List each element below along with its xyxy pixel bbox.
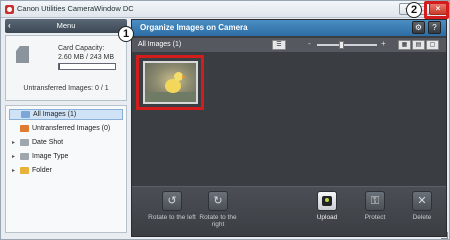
key-icon: ⚿: [365, 191, 385, 211]
tree-item[interactable]: Untransferred Images (0): [9, 123, 123, 134]
memory-card-icon: [16, 46, 29, 63]
tree-item-label: Folder: [32, 167, 52, 174]
upload-button[interactable]: Upload: [303, 191, 351, 221]
zoom-slider-thumb[interactable]: [339, 41, 344, 49]
action-bar: ↺ Rotate to the left ↻ Rotate to the right U…: [132, 186, 446, 236]
main-header: Organize Images on Camera ⚙ ?: [132, 20, 446, 36]
images-icon: [21, 111, 30, 118]
expand-arrow-icon[interactable]: ▸: [12, 139, 17, 146]
settings-button[interactable]: ⚙: [412, 21, 425, 34]
menu-button[interactable]: ‹ Menu: [5, 19, 127, 33]
calendar-icon: [20, 139, 29, 146]
grid-view-icon[interactable]: ▦: [398, 40, 411, 50]
rotate-left-button[interactable]: ↺ Rotate to the left: [148, 191, 196, 221]
action-label: Protect: [364, 214, 386, 221]
single-view-icon[interactable]: ▢: [426, 40, 439, 50]
card-capacity-label: Card Capacity:: [58, 45, 105, 52]
card-capacity-value: 2.60 MB / 243 MB: [58, 54, 115, 61]
upload-icon: [317, 191, 337, 211]
tree-item[interactable]: ▸ Image Type: [9, 151, 123, 162]
chick-image-thumbnail[interactable]: [143, 61, 198, 104]
action-label: Upload: [316, 214, 338, 221]
untransferred-icon: [20, 125, 29, 132]
rotate-left-icon: ↺: [162, 191, 182, 211]
page-title: Organize Images on Camera: [140, 23, 248, 32]
delete-icon: ✕: [412, 191, 432, 211]
close-button-highlight: [424, 1, 449, 19]
tree-item-label: All Images (1): [33, 111, 77, 118]
expand-arrow-icon[interactable]: ▸: [12, 153, 17, 160]
tree-item-label: Image Type: [32, 153, 69, 160]
camerawindow-app: Canon Utilities CameraWindow DC – □ × 2 …: [0, 0, 450, 240]
detail-view-icon[interactable]: ▤: [412, 40, 425, 50]
key-button[interactable]: ⚿ Protect: [351, 191, 399, 221]
rotate-right-icon: ↻: [208, 191, 228, 211]
list-view-icon[interactable]: ☰: [272, 40, 286, 50]
image-thumbnail-highlight: [136, 55, 204, 110]
zoom-slider[interactable]: [317, 44, 377, 46]
canon-app-icon: [5, 5, 14, 14]
untransferred-count: Untransferred Images: 0 / 1: [23, 85, 109, 92]
expand-arrow-icon[interactable]: ▸: [12, 167, 17, 174]
delete-button[interactable]: ✕ Delete: [398, 191, 446, 221]
tree-item-label: Date Shot: [32, 139, 64, 146]
main-panel: Organize Images on Camera ⚙ ? All Images…: [131, 19, 447, 237]
gear-icon: ⚙: [414, 23, 423, 32]
action-label: Rotate to the left: [148, 214, 196, 221]
rotate-right-button[interactable]: ↻ Rotate to the right: [194, 191, 242, 228]
help-icon: ?: [432, 23, 437, 32]
tree-item[interactable]: ▸ Folder: [9, 165, 123, 176]
card-capacity-bar: [58, 63, 116, 70]
image-filter-tree: All Images (1) Untransferred Images (0) ▸ D…: [5, 105, 127, 233]
title-bar[interactable]: Canon Utilities CameraWindow DC – □ ×: [1, 1, 449, 18]
callout-2: 2: [406, 2, 422, 18]
view-toolbar: All Images (1) ☰ - + ▦ ▤ ▢: [132, 38, 446, 52]
tree-item[interactable]: All Images (1): [9, 109, 123, 120]
card-info-panel: Card Capacity: 2.60 MB / 243 MB Untransf…: [5, 35, 127, 101]
image-type-icon: [20, 153, 29, 160]
menu-label: Menu: [56, 21, 76, 30]
zoom-out-icon[interactable]: -: [308, 39, 311, 48]
resize-grip[interactable]: [441, 232, 448, 239]
action-label: Rotate to the right: [199, 214, 237, 228]
card-capacity-fill: [59, 64, 60, 69]
folder-icon: [20, 167, 29, 174]
callout-1: 1: [118, 26, 134, 42]
help-button[interactable]: ?: [428, 21, 441, 34]
tree-item-label: Untransferred Images (0): [32, 125, 111, 132]
action-label: Delete: [412, 214, 432, 221]
zoom-in-icon[interactable]: +: [381, 39, 386, 48]
image-count-label: All Images (1): [138, 41, 182, 48]
tree-item[interactable]: ▸ Date Shot: [9, 137, 123, 148]
window-title: Canon Utilities CameraWindow DC: [17, 4, 134, 13]
